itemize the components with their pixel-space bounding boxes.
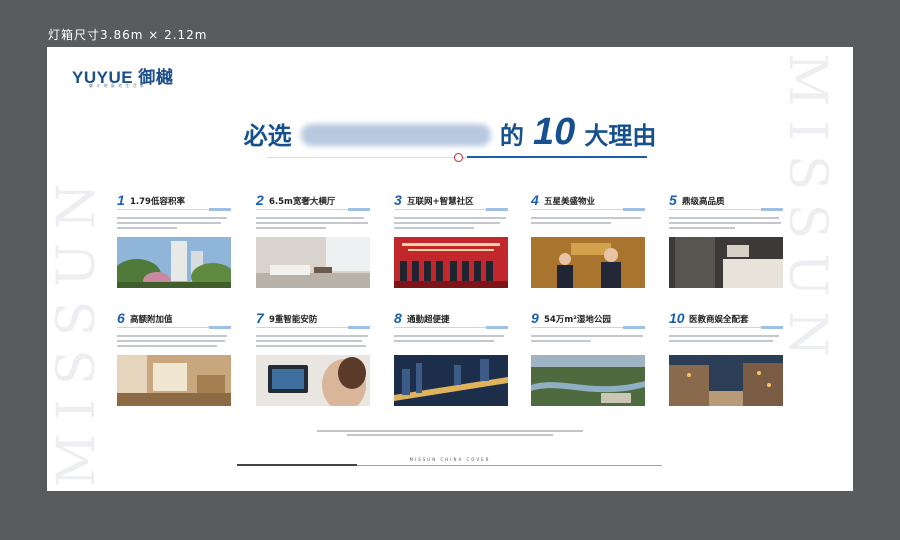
reason-title: 1.79低容积率 — [130, 197, 185, 207]
reason-underline — [256, 208, 370, 211]
reason-description — [394, 332, 510, 348]
reason-number: 1 — [117, 192, 125, 208]
reason-photo-ceremony — [394, 237, 508, 288]
reason-underline — [531, 326, 645, 329]
reason-description — [394, 214, 510, 230]
blurred-project-name — [300, 124, 491, 146]
footer-brand: MISSUN CHINA COVER — [409, 457, 491, 462]
reason-number: 7 — [256, 310, 264, 326]
reason-description — [117, 332, 233, 348]
light-box-board: MISSUN MISSUN YUYUE 御樾 御 沙 地 豪 宅 生 活 家 必… — [47, 47, 853, 491]
reason-title: 9重智能安防 — [269, 315, 318, 325]
reason-photo-living-room — [256, 237, 370, 288]
reason-description — [531, 332, 647, 348]
reason-photo-wetland-park — [531, 355, 645, 406]
title-divider-accent — [467, 156, 647, 158]
reason-photo-city-night — [394, 355, 508, 406]
reason-title: 五星美盛物业 — [544, 197, 596, 207]
reason-number: 9 — [531, 310, 539, 326]
reason-underline — [394, 208, 508, 211]
reason-underline — [394, 326, 508, 329]
reason-title: 鼎级高品质 — [682, 197, 725, 207]
reason-title: 6.5m宽奢大横厅 — [269, 197, 336, 207]
reason-number: 5 — [669, 192, 677, 208]
reason-title: 54万m²湿地公园 — [544, 315, 611, 325]
title-suffix: 大理由 — [584, 122, 657, 150]
reason-number: 2 — [256, 192, 264, 208]
reason-photo-staff — [531, 237, 645, 288]
reason-number: 10 — [669, 310, 685, 326]
title-prefix: 必选 — [243, 122, 292, 150]
footer-divider-accent — [237, 464, 357, 466]
reason-description — [256, 214, 372, 230]
title-ornament — [454, 153, 463, 162]
light-box-size-label: 灯箱尺寸3.86m × 2.12m — [48, 28, 208, 42]
reason-description — [669, 214, 785, 230]
reason-photo-buildings — [117, 237, 231, 288]
reason-description — [117, 214, 233, 230]
reason-underline — [117, 326, 231, 329]
reason-photo-kitchen — [669, 237, 783, 288]
reason-title: 医教商娱全配套 — [689, 315, 749, 325]
reason-description — [531, 214, 647, 230]
reason-photo-smart-panel — [256, 355, 370, 406]
reason-title: 高额附加值 — [130, 315, 173, 325]
reason-underline — [531, 208, 645, 211]
reason-title: 互联网+智慧社区 — [407, 197, 474, 207]
reason-title: 通勤超便捷 — [407, 315, 450, 325]
reason-photo-shopping-street — [669, 355, 783, 406]
reason-photo-interior — [117, 355, 231, 406]
reason-underline — [669, 326, 783, 329]
title-middle: 的 — [499, 122, 524, 150]
reason-description — [669, 332, 785, 348]
reason-underline — [256, 326, 370, 329]
reason-number: 4 — [531, 192, 539, 208]
reason-number: 8 — [394, 310, 402, 326]
reason-underline — [117, 208, 231, 211]
reason-description — [256, 332, 372, 348]
reason-number: 3 — [394, 192, 402, 208]
right-watermark: MISSUN — [777, 53, 837, 371]
brand-logo-tagline: 御 沙 地 豪 宅 生 活 家 — [89, 83, 145, 88]
reason-underline — [669, 208, 783, 211]
footer-fine-print — [47, 430, 853, 440]
page-title: 必选 的 10 大理由 — [47, 111, 853, 154]
reason-number: 6 — [117, 310, 125, 326]
title-number: 10 — [532, 111, 576, 153]
